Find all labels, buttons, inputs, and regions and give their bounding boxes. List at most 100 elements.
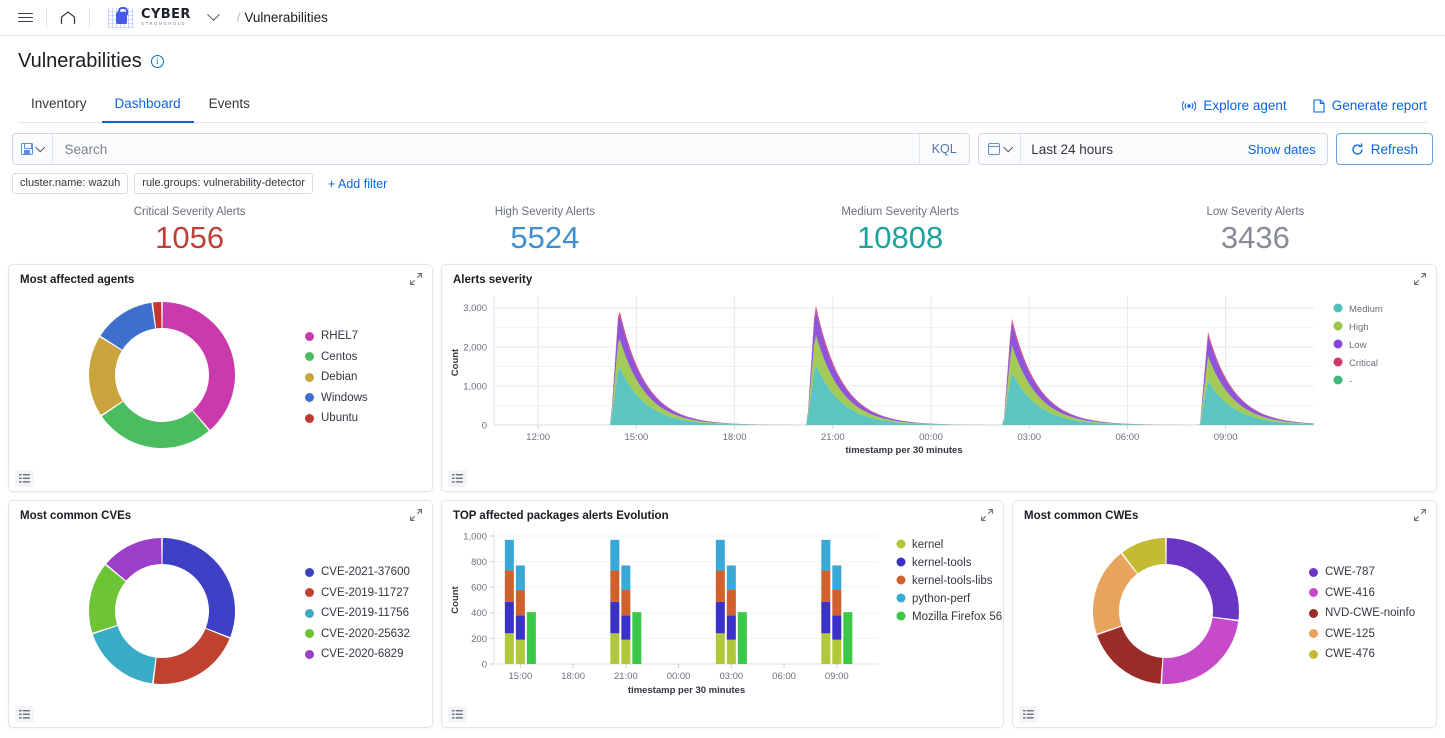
legend-label: CVE-2019-11756 bbox=[321, 607, 409, 619]
legend-item[interactable]: NVD-CWE-noinfo bbox=[1309, 607, 1415, 619]
list-icon[interactable] bbox=[448, 706, 467, 723]
svg-text:-: - bbox=[1349, 376, 1352, 387]
svg-text:0: 0 bbox=[482, 659, 487, 670]
legend-cwes: CWE-787 CWE-416 NVD-CWE-noinfo CWE-125 CWE-4… bbox=[1309, 566, 1415, 660]
home-icon[interactable] bbox=[53, 4, 83, 32]
svg-text:timestamp per 30 minutes: timestamp per 30 minutes bbox=[628, 685, 745, 696]
info-icon[interactable]: i bbox=[151, 55, 164, 68]
brand-logo[interactable]: CYBER STRONGHOLD bbox=[108, 8, 191, 28]
area-chart-alerts-severity[interactable]: 01,0002,0003,00012:0015:0018:0021:0000:0… bbox=[442, 288, 1427, 473]
expand-icon[interactable] bbox=[1413, 272, 1427, 286]
chevron-down-icon[interactable] bbox=[199, 4, 229, 32]
saved-query-button[interactable] bbox=[13, 134, 53, 164]
legend-item[interactable]: CVE-2020-6829 bbox=[305, 648, 410, 660]
refresh-button[interactable]: Refresh bbox=[1336, 133, 1433, 165]
legend-item[interactable]: CVE-2019-11727 bbox=[305, 587, 410, 599]
breadcrumb[interactable]: Vulnerabilities bbox=[244, 10, 328, 25]
refresh-label: Refresh bbox=[1371, 142, 1418, 157]
chevron-down-icon bbox=[1003, 142, 1012, 151]
svg-text:High: High bbox=[1349, 322, 1369, 333]
severity-stats-row: Critical Severity Alerts 1056 High Sever… bbox=[0, 194, 1445, 264]
tab-dashboard[interactable]: Dashboard bbox=[102, 87, 194, 123]
legend-item[interactable]: CWE-476 bbox=[1309, 648, 1415, 660]
stat-value: 3436 bbox=[1078, 219, 1433, 258]
legend-color-dot bbox=[1309, 629, 1318, 638]
dashboard-grid: Most affected agents RHEL7 Centos Debian Wi… bbox=[0, 264, 1445, 728]
legend-item[interactable]: Windows bbox=[305, 392, 368, 404]
legend-item[interactable]: Debian bbox=[305, 371, 368, 383]
logo-subtitle: STRONGHOLD bbox=[141, 22, 191, 26]
svg-text:0: 0 bbox=[482, 420, 487, 431]
bar-chart-top-packages[interactable]: 02004006008001,00015:0018:0021:0000:0003… bbox=[442, 524, 1003, 709]
list-icon[interactable] bbox=[448, 470, 467, 487]
legend-item[interactable]: CWE-416 bbox=[1309, 587, 1415, 599]
svg-text:15:00: 15:00 bbox=[508, 671, 532, 682]
panel-title: Most affected agents bbox=[9, 265, 432, 288]
svg-text:21:00: 21:00 bbox=[821, 432, 845, 443]
legend-item[interactable]: CWE-125 bbox=[1309, 628, 1415, 640]
legend-item[interactable]: Centos bbox=[305, 351, 368, 363]
generate-report-button[interactable]: Generate report bbox=[1313, 98, 1427, 113]
search-input[interactable] bbox=[53, 142, 919, 157]
explore-agent-button[interactable]: Explore agent bbox=[1182, 98, 1286, 113]
legend-item[interactable]: RHEL7 bbox=[305, 330, 368, 342]
svg-text:18:00: 18:00 bbox=[561, 671, 585, 682]
legend-color-dot bbox=[1309, 609, 1318, 618]
legend-item[interactable]: CWE-787 bbox=[1309, 566, 1415, 578]
panel-title: Most common CVEs bbox=[9, 501, 432, 524]
legend-item[interactable]: CVE-2021-37600 bbox=[305, 566, 410, 578]
tab-inventory[interactable]: Inventory bbox=[18, 87, 100, 123]
panel-most-common-cves: Most common CVEs CVE-2021-37600 CVE-2019-… bbox=[8, 500, 433, 728]
list-icon[interactable] bbox=[15, 706, 34, 723]
legend-color-dot bbox=[305, 568, 314, 577]
filter-pill-rule-groups[interactable]: rule.groups: vulnerability-detector bbox=[134, 173, 313, 194]
document-icon bbox=[1313, 99, 1325, 113]
expand-icon[interactable] bbox=[980, 508, 994, 522]
svg-text:18:00: 18:00 bbox=[723, 432, 747, 443]
legend-item[interactable]: CVE-2020-25632 bbox=[305, 628, 410, 640]
legend-color-dot bbox=[1309, 650, 1318, 659]
legend-label: CVE-2020-6829 bbox=[321, 648, 403, 660]
donut-chart-agents[interactable] bbox=[77, 290, 247, 465]
svg-text:kernel-tools: kernel-tools bbox=[912, 557, 972, 569]
stat-value: 1056 bbox=[12, 219, 367, 258]
legend-item[interactable]: Ubuntu bbox=[305, 412, 368, 424]
svg-text:2,000: 2,000 bbox=[463, 342, 487, 353]
query-bar: KQL Last 24 hours Show dates Refresh bbox=[0, 123, 1445, 165]
breadcrumb-separator: / bbox=[237, 10, 241, 25]
legend-color-dot bbox=[305, 352, 314, 361]
calendar-icon bbox=[988, 143, 1000, 155]
legend-agents: RHEL7 Centos Debian Windows Ubuntu bbox=[305, 330, 368, 424]
kql-toggle[interactable]: KQL bbox=[919, 134, 969, 164]
list-icon[interactable] bbox=[15, 470, 34, 487]
legend-label: Debian bbox=[321, 371, 357, 383]
expand-icon[interactable] bbox=[409, 508, 423, 522]
tab-events[interactable]: Events bbox=[196, 87, 263, 123]
donut-chart-cwes[interactable] bbox=[1081, 526, 1251, 701]
generate-report-label: Generate report bbox=[1332, 98, 1427, 113]
filter-pill-cluster-name[interactable]: cluster.name: wazuh bbox=[12, 173, 128, 194]
list-icon[interactable] bbox=[1019, 706, 1038, 723]
legend-color-dot bbox=[305, 414, 314, 423]
donut-chart-cves[interactable] bbox=[77, 526, 247, 701]
show-dates-button[interactable]: Show dates bbox=[1237, 142, 1327, 157]
stat-high-severity: High Severity Alerts 5524 bbox=[367, 206, 722, 258]
legend-label: CVE-2019-11727 bbox=[321, 587, 409, 599]
filter-bar: cluster.name: wazuh rule.groups: vulnera… bbox=[0, 165, 1445, 194]
panel-title: Most common CWEs bbox=[1013, 501, 1436, 524]
date-range-value[interactable]: Last 24 hours bbox=[1021, 142, 1237, 157]
svg-text:400: 400 bbox=[471, 608, 487, 619]
svg-text:12:00: 12:00 bbox=[526, 432, 550, 443]
legend-cves: CVE-2021-37600 CVE-2019-11727 CVE-2019-117… bbox=[305, 566, 410, 660]
svg-text:09:00: 09:00 bbox=[1214, 432, 1238, 443]
legend-item[interactable]: CVE-2019-11756 bbox=[305, 607, 410, 619]
legend-label: CWE-787 bbox=[1325, 566, 1375, 578]
logo-title: CYBER bbox=[141, 8, 191, 21]
legend-label: CVE-2021-37600 bbox=[321, 566, 410, 578]
svg-text:200: 200 bbox=[471, 634, 487, 645]
expand-icon[interactable] bbox=[409, 272, 423, 286]
hamburger-menu-icon[interactable] bbox=[10, 4, 40, 32]
expand-icon[interactable] bbox=[1413, 508, 1427, 522]
date-picker-button[interactable] bbox=[979, 134, 1022, 164]
add-filter-button[interactable]: + Add filter bbox=[328, 177, 387, 191]
